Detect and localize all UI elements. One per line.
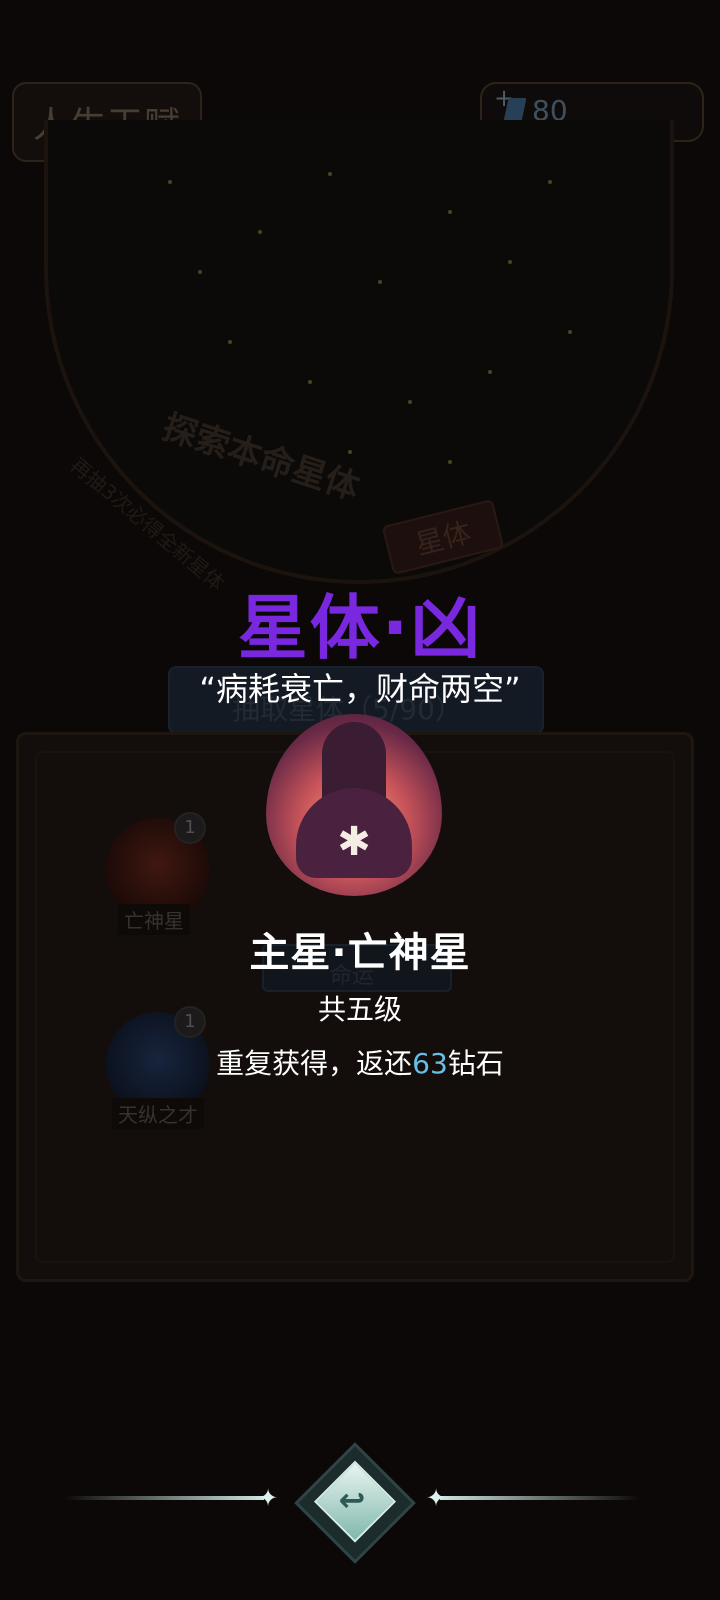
rarity-title: 星体·凶 (237, 587, 483, 669)
refund-suffix: 钻石 (447, 1047, 504, 1080)
divider-left (64, 1496, 264, 1500)
refund-amount: 63 (412, 1047, 448, 1080)
star-levels: 共五级 (317, 993, 402, 1026)
star-quote: “病耗衰亡，财命两空” (199, 670, 521, 708)
diamond-icon (503, 98, 527, 122)
item-count-badge: 1 (174, 812, 206, 844)
refund-text: 重复获得，返还63钻石 (0, 1042, 720, 1082)
item-label: 天纵之才 (112, 1098, 204, 1129)
tab-stars-label: 星体 (412, 515, 475, 562)
divider-right (440, 1496, 640, 1500)
sparkle-icon: ✦ (258, 1484, 279, 1512)
refund-prefix: 重复获得，返还 (216, 1047, 413, 1080)
glyph-icon: ✱ (337, 819, 371, 865)
return-arrow-icon[interactable]: ↩ (332, 1480, 372, 1520)
star-name: 主星·亡神星 (249, 930, 471, 976)
sparkle-icon: ✦ (426, 1484, 447, 1512)
